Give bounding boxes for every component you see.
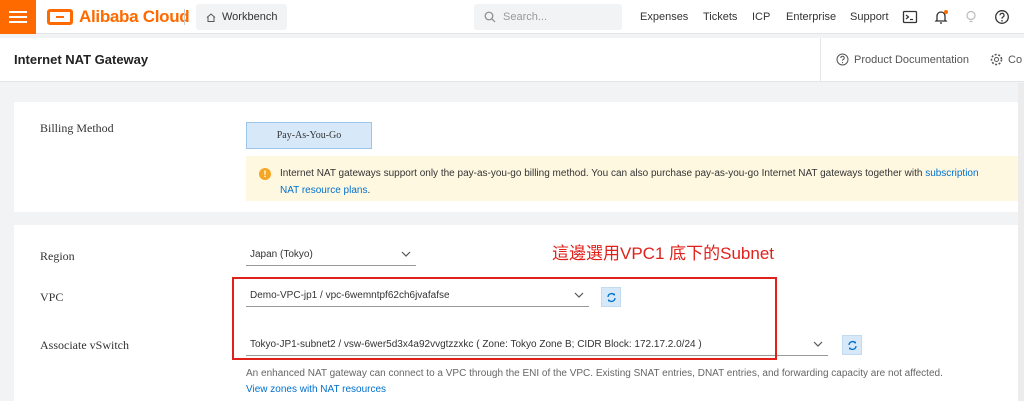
lightbulb-icon[interactable] [963,9,979,25]
product-documentation-link[interactable]: Product Documentation [836,53,969,66]
notice-end: . [367,185,371,196]
annotation-box [232,277,777,360]
workbench-label: Workbench [222,11,278,23]
annotation-text: 這邊選用VPC1 底下的Subnet [552,244,775,263]
product-documentation-label: Product Documentation [854,53,969,66]
search-input[interactable]: Search... [474,4,622,30]
chevron-down-icon [813,341,823,347]
warning-icon: ! [259,168,271,180]
vswitch-label: Associate vSwitch [40,338,129,352]
nav-enterprise[interactable]: Enterprise [786,0,836,34]
workbench-button[interactable]: Workbench [196,4,288,30]
refresh-icon [847,340,857,350]
view-zones-link[interactable]: View zones with NAT resources [246,384,386,395]
header-divider [820,38,821,82]
nav-support[interactable]: Support [850,0,889,34]
region-label: Region [40,249,75,263]
top-bar: Alibaba Cloud Workbench Search... Expens… [0,0,1024,34]
notice-text: Internet NAT gateways support only the p… [280,168,926,179]
nav-tickets[interactable]: Tickets [703,0,737,34]
nat-resource-plans-link[interactable]: NAT resource plans [280,185,367,196]
menu-icon[interactable] [0,0,36,34]
billing-method-label: Billing Method [40,121,114,135]
logo-mark-icon [47,9,73,25]
console-settings-link[interactable]: Co [990,53,1022,66]
vswitch-helper-text: An enhanced NAT gateway can connect to a… [246,368,943,379]
nav-icp[interactable]: ICP [752,0,770,34]
billing-panel: Billing Method Pay-As-You-Go ! Internet … [14,102,1024,212]
alibaba-cloud-logo[interactable]: Alibaba Cloud [47,7,190,27]
subscription-link[interactable]: subscription [925,168,978,179]
region-value: Japan (Tokyo) [250,249,313,260]
vpc-label: VPC [40,290,64,304]
vswitch-refresh-button[interactable] [842,335,862,355]
help-icon[interactable] [994,9,1010,25]
bell-icon[interactable] [933,9,949,25]
console-label: Co [1008,53,1023,66]
question-icon [836,53,849,66]
scrollbar[interactable] [1018,83,1024,401]
page-title: Internet NAT Gateway [14,52,149,67]
gear-icon [990,53,1003,66]
region-select[interactable]: Japan (Tokyo) [246,244,416,266]
divider [184,9,185,25]
terminal-icon[interactable] [902,9,918,25]
search-placeholder: Search... [503,11,548,23]
chevron-down-icon [401,251,411,257]
page-header: Internet NAT Gateway Product Documentati… [0,38,1024,82]
billing-notice: ! Internet NAT gateways support only the… [246,156,1024,201]
nav-expenses[interactable]: Expenses [640,0,688,34]
pay-as-you-go-button[interactable]: Pay-As-You-Go [246,122,372,149]
logo-text: Alibaba Cloud [79,7,190,26]
search-icon [484,11,496,23]
home-icon [206,12,216,22]
